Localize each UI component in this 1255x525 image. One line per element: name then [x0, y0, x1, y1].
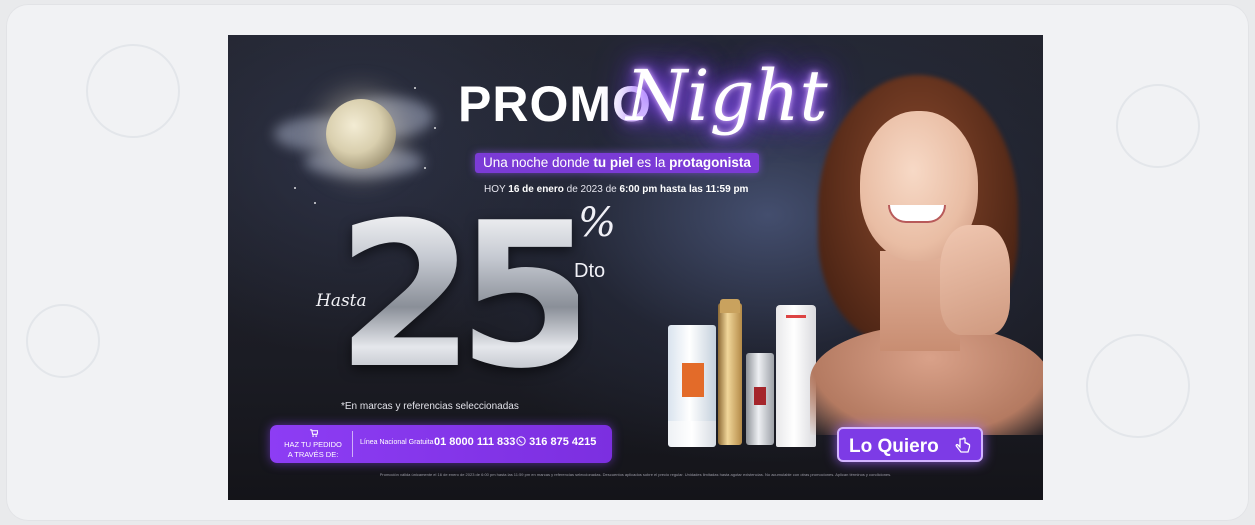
date-bold-2: 6:00 pm hasta las 11:59 pm [619, 184, 749, 195]
pointer-hand-icon [955, 437, 971, 453]
tagline-text-1: Una noche donde [483, 155, 594, 170]
fine-print: Promoción válida únicamente el 16 de ene… [379, 472, 892, 477]
whatsapp-number-text: 316 875 4215 [529, 436, 597, 448]
background-doodle [26, 304, 100, 378]
moon-icon [326, 99, 396, 169]
cart-icon [309, 429, 319, 437]
tagline: Una noche donde tu piel es la protagonis… [475, 153, 759, 173]
model-photo [800, 75, 1043, 435]
promo-title: PROMO [458, 76, 652, 132]
discount-number: 25 [336, 180, 596, 413]
product-lineup [660, 297, 820, 457]
background-doodle [1116, 84, 1200, 168]
promo-night-banner[interactable]: PROMO Night Una noche donde tu piel es l… [228, 35, 1043, 500]
dto-label: Dto [574, 260, 606, 282]
sunscreen-bottle [668, 325, 716, 447]
whatsapp-icon [516, 436, 526, 446]
tagline-bold-1: tu piel [593, 155, 634, 170]
tagline-bold-2: protagonista [669, 155, 751, 170]
order-cta-line1: HAZ TU PEDIDO [284, 440, 342, 449]
tagline-text-2: es la [633, 155, 670, 170]
serum-bottle-silver [746, 353, 774, 445]
page-frame: PROMO Night Una noche donde tu piel es l… [6, 4, 1249, 521]
whatsapp-number[interactable]: 316 875 4215 [516, 436, 596, 448]
order-cta: HAZ TU PEDIDO A TRAVÉS DE: [276, 429, 350, 460]
background-doodle [1086, 334, 1190, 438]
serum-bottle-gold [718, 299, 742, 445]
order-contact-bar: HAZ TU PEDIDO A TRAVÉS DE: Línea Naciona… [270, 425, 612, 463]
background-doodle [86, 44, 180, 138]
night-neon-title: Night [626, 55, 828, 137]
order-cta-line2: A TRAVÉS DE: [287, 450, 339, 459]
phone-number[interactable]: 01 8000 111 833 [434, 436, 515, 448]
disclaimer: *En marcas y referencias seleccionadas [341, 401, 519, 412]
lo-quiero-button[interactable]: Lo Quiero [837, 427, 983, 462]
order-divider [352, 431, 353, 457]
percent-sign: % [578, 200, 617, 246]
national-line-label: Línea Nacional Gratuita [360, 439, 434, 446]
lo-quiero-label: Lo Quiero [849, 436, 939, 457]
